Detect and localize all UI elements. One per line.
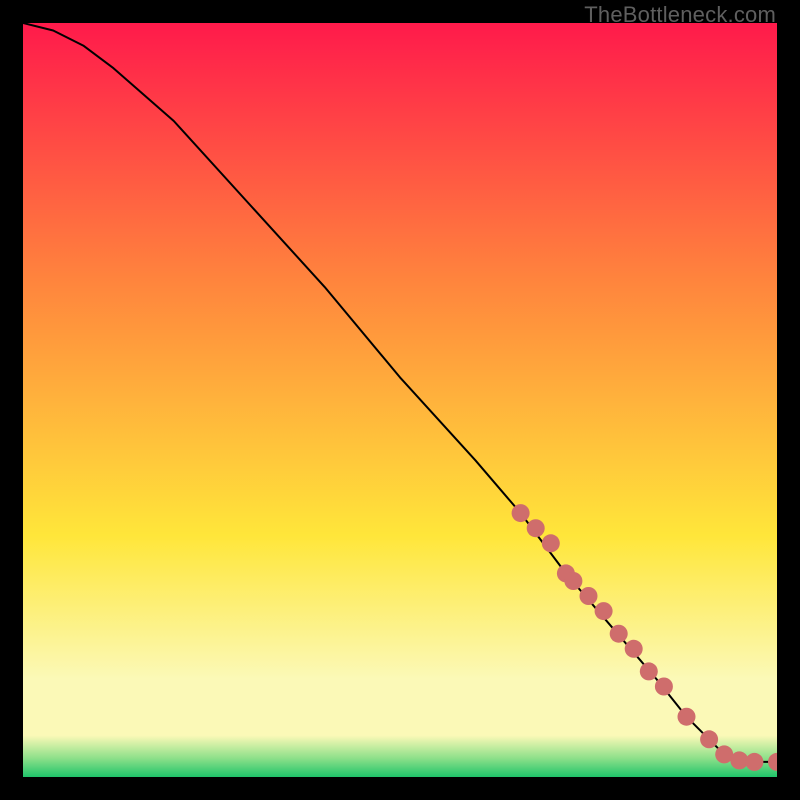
marker-point (640, 662, 658, 680)
marker-point (564, 572, 582, 590)
marker-point (580, 587, 598, 605)
marker-point (610, 625, 628, 643)
marker-point (542, 534, 560, 552)
marker-point (700, 730, 718, 748)
marker-point (625, 640, 643, 658)
gradient-bg (23, 23, 777, 777)
plot-area (23, 23, 777, 777)
marker-point (595, 602, 613, 620)
marker-point (655, 678, 673, 696)
marker-point (678, 708, 696, 726)
chart-stage: TheBottleneck.com (0, 0, 800, 800)
chart-svg (23, 23, 777, 777)
marker-point (512, 504, 530, 522)
marker-point (745, 753, 763, 771)
watermark-text: TheBottleneck.com (584, 2, 776, 28)
marker-point (527, 519, 545, 537)
